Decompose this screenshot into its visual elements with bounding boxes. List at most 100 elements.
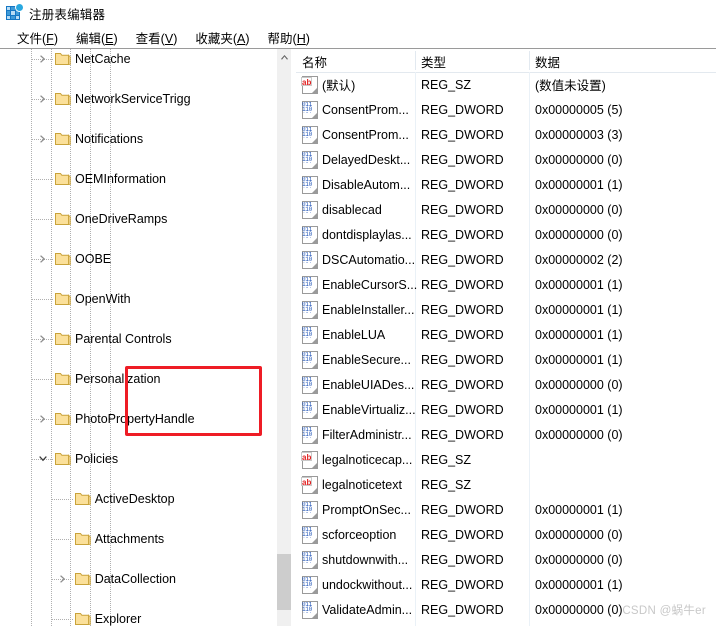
tree-item-label: Explorer (94, 612, 142, 626)
tree-item-label: Policies (75, 452, 119, 466)
menu-help[interactable]: 帮助(H) (259, 26, 319, 49)
folder-icon (55, 452, 71, 466)
chevron-right-icon[interactable] (37, 53, 49, 65)
tree-item-netcache[interactable]: NetCache (0, 49, 276, 69)
folder-icon (55, 372, 71, 386)
tree-item-attachments[interactable]: Attachments (0, 529, 276, 549)
scroll-up-button[interactable] (277, 49, 291, 65)
main-content: NetCache NetworkServiceTrigg Notifications… (0, 48, 716, 626)
tree-twig (32, 219, 54, 220)
value-type: REG_DWORD (421, 202, 504, 217)
menu-view[interactable]: 查看(V) (127, 26, 187, 49)
value-row[interactable]: 011110101 shutdownwith... REG_DWORD 0x00000… (296, 547, 716, 572)
tree-item-oobe[interactable]: OOBE (0, 249, 276, 269)
menu-file[interactable]: 文件(F) (8, 26, 67, 49)
chevron-down-icon[interactable] (37, 453, 49, 465)
tree-twig (32, 179, 54, 180)
tree-item-policies[interactable]: Policies (0, 449, 276, 469)
column-header-type[interactable]: 类型 (421, 52, 446, 71)
value-row[interactable]: 011110101 ConsentProm... REG_DWORD 0x000000… (296, 122, 716, 147)
registry-tree[interactable]: NetCache NetworkServiceTrigg Notifications… (0, 49, 276, 626)
tree-item-networkservicetrigg[interactable]: NetworkServiceTrigg (0, 89, 276, 109)
value-row[interactable]: 011110101 DelayedDeskt... REG_DWORD 0x00000… (296, 147, 716, 172)
value-type: REG_DWORD (421, 252, 504, 267)
string-value-icon: ab (301, 451, 318, 469)
tree-scrollbar-thumb[interactable] (277, 554, 291, 610)
value-name: legalnoticetext (322, 477, 402, 492)
menu-favorites-tail: ) (245, 31, 250, 46)
value-data: (数值未设置) (535, 79, 606, 93)
registry-editor-icon (6, 4, 23, 21)
registry-tree-pane[interactable]: NetCache NetworkServiceTrigg Notifications… (0, 48, 291, 626)
tree-item-personalization[interactable]: Personalization (0, 369, 276, 389)
menu-file-mnemonic: F (46, 31, 54, 46)
value-type: REG_DWORD (421, 152, 504, 167)
menu-favorites-label: 收藏夹( (195, 31, 238, 46)
tree-twig (32, 299, 54, 300)
values-column-header[interactable]: 名称 类型 数据 (296, 49, 716, 73)
value-row[interactable]: ab (默认) REG_SZ (数值未设置) (296, 72, 716, 97)
menu-help-label: 帮助( (267, 31, 297, 46)
dword-value-icon: 011110101 (301, 326, 318, 344)
column-separator-2[interactable] (529, 51, 530, 70)
value-name: EnableInstaller... (322, 302, 415, 317)
chevron-right-icon[interactable] (37, 133, 49, 145)
column-header-name[interactable]: 名称 (302, 52, 327, 71)
value-row[interactable]: 011110101 undockwithout... REG_DWORD 0x0000… (296, 572, 716, 597)
value-row[interactable]: 011110101 PromptOnSec... REG_DWORD 0x000000… (296, 497, 716, 522)
chevron-right-icon[interactable] (57, 573, 69, 585)
menu-view-mnemonic: V (164, 31, 174, 46)
value-name: scforceoption (322, 527, 397, 542)
value-row[interactable]: 011110101 EnableSecure... REG_DWORD 0x00000… (296, 347, 716, 372)
tree-item-label: ActiveDesktop (94, 492, 175, 506)
chevron-right-icon[interactable] (37, 93, 49, 105)
value-type: REG_DWORD (421, 352, 504, 367)
value-data: 0x00000000 (0) (535, 602, 623, 617)
dword-value-icon: 011110101 (301, 201, 318, 219)
dword-value-icon: 011110101 (301, 576, 318, 594)
value-row[interactable]: ab legalnoticecap... REG_SZ (296, 447, 716, 472)
chevron-right-icon[interactable] (37, 333, 49, 345)
tree-item-label: DataCollection (94, 572, 176, 586)
column-header-data[interactable]: 数据 (535, 52, 560, 71)
chevron-right-icon[interactable] (37, 413, 49, 425)
value-name: DisableAutom... (322, 177, 411, 192)
menu-favorites[interactable]: 收藏夹(A) (186, 26, 258, 49)
value-row[interactable]: 011110101 scforceoption REG_DWORD 0x0000000… (296, 522, 716, 547)
registry-values-pane[interactable]: 名称 类型 数据 ab (默认) REG_SZ (数值未设置) 011110101 Con… (296, 48, 716, 626)
column-separator-1[interactable] (415, 51, 416, 70)
value-data: 0x00000001 (1) (535, 577, 623, 592)
tree-item-parental-controls[interactable]: Parental Controls (0, 329, 276, 349)
value-row[interactable]: 011110101 EnableVirtualiz... REG_DWORD 0x00… (296, 397, 716, 422)
tree-twig (51, 539, 74, 540)
value-row[interactable]: 011110101 EnableInstaller... REG_DWORD 0x00… (296, 297, 716, 322)
value-data: 0x00000000 (0) (535, 552, 623, 567)
chevron-right-icon[interactable] (37, 253, 49, 265)
menu-edit[interactable]: 编辑(E) (67, 26, 127, 49)
value-row[interactable]: 011110101 dontdisplaylas... REG_DWORD 0x000… (296, 222, 716, 247)
tree-item-oeminformation[interactable]: OEMInformation (0, 169, 276, 189)
dword-value-icon: 011110101 (301, 551, 318, 569)
value-row[interactable]: 011110101 DisableAutom... REG_DWORD 0x00000… (296, 172, 716, 197)
tree-item-openwith[interactable]: OpenWith (0, 289, 276, 309)
value-row[interactable]: 011110101 EnableLUA REG_DWORD 0x00000001 (1… (296, 322, 716, 347)
value-name: PromptOnSec... (322, 502, 411, 517)
tree-item-notifications[interactable]: Notifications (0, 129, 276, 149)
tree-item-photopropertyhandle[interactable]: PhotoPropertyHandle (0, 409, 276, 429)
tree-item-datacollection[interactable]: DataCollection (0, 569, 276, 589)
tree-scrollbar[interactable] (276, 49, 291, 626)
value-row[interactable]: ab legalnoticetext REG_SZ (296, 472, 716, 497)
value-row[interactable]: 011110101 DSCAutomatio... REG_DWORD 0x00000… (296, 247, 716, 272)
value-row[interactable]: 011110101 ConsentProm... REG_DWORD 0x000000… (296, 97, 716, 122)
value-row[interactable]: 011110101 FilterAdministr... REG_DWORD 0x00… (296, 422, 716, 447)
tree-twig (32, 379, 54, 380)
tree-item-onedriveramps[interactable]: OneDriveRamps (0, 209, 276, 229)
value-row[interactable]: 011110101 EnableCursorS...REG_DWORD 0x0000… (296, 272, 716, 297)
folder-icon (55, 332, 71, 346)
value-row[interactable]: 011110101 disablecad REG_DWORD 0x00000000 (… (296, 197, 716, 222)
tree-item-explorer[interactable]: Explorer (0, 609, 276, 626)
value-type: REG_DWORD (421, 402, 504, 417)
value-row[interactable]: 011110101 EnableUIADes... REG_DWORD 0x00000… (296, 372, 716, 397)
folder-icon (55, 172, 71, 186)
tree-item-activedesktop[interactable]: ActiveDesktop (0, 489, 276, 509)
